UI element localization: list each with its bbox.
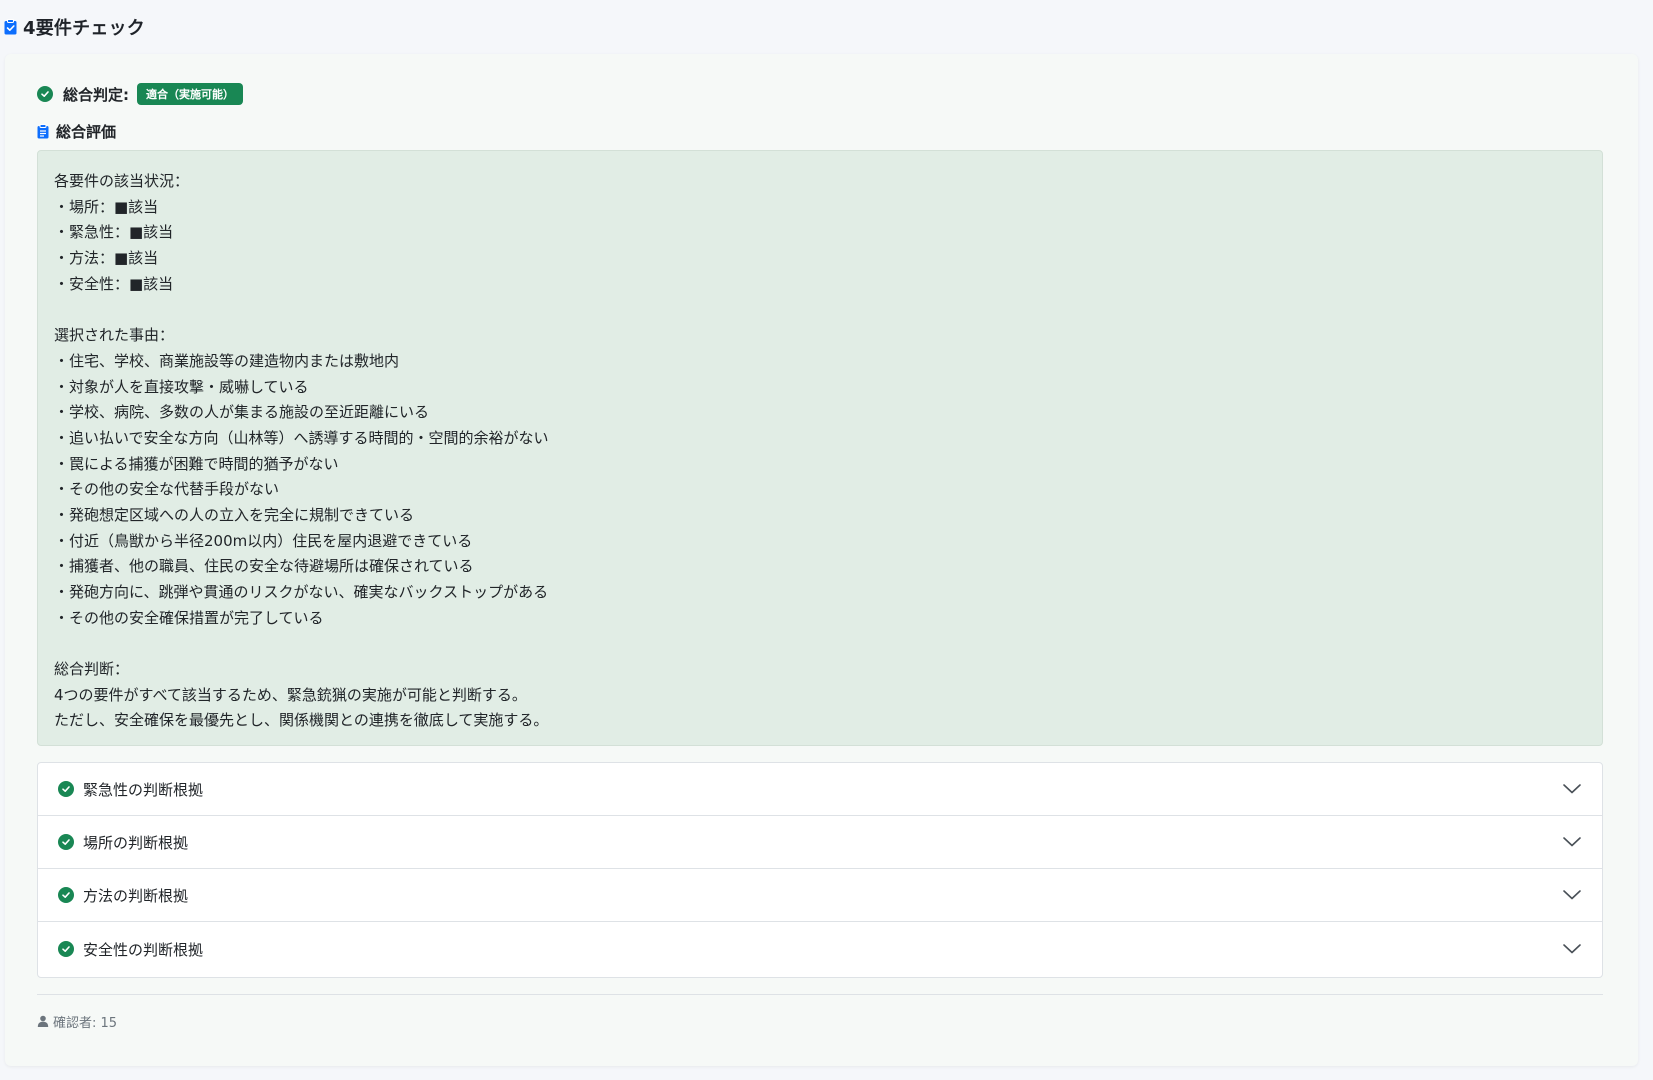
check-circle-icon (58, 941, 74, 957)
evaluation-line: ・住宅、学校、商業施設等の建造物内または敷地内 (54, 351, 400, 370)
accordion-item-label: 場所の判断根拠 (83, 833, 189, 852)
footer-divider (37, 994, 1603, 995)
evaluation-line: ・捕獲者、他の職員、住民の安全な待避場所は確保されている (54, 557, 474, 576)
check-circle-icon (58, 834, 74, 850)
evaluation-text-box: 各要件の該当状況： ・場所：■該当 ・緊急性：■該当 ・方法：■該当 ・安全性：… (37, 150, 1603, 746)
evaluation-line: ・罠による捕獲が困難で時間的猶予がない (54, 454, 339, 473)
evaluation-line (54, 297, 1586, 323)
confirmer-text: 確認者: 15 (53, 1015, 118, 1031)
evaluation-line: ・発砲想定区域への人の立入を完全に規制できている (54, 505, 415, 524)
chevron-down-icon[interactable] (1562, 779, 1582, 799)
evaluation-line (54, 631, 1586, 657)
evaluation-line: ・緊急性：■該当 (54, 223, 174, 242)
chevron-down-icon[interactable] (1562, 885, 1582, 905)
person-icon (37, 1015, 49, 1027)
evaluation-line: ・その他の安全な代替手段がない (54, 480, 280, 499)
overall-judgment: 総合判定: 適合（実施可能） (37, 83, 243, 105)
judgment-basis-accordion: 緊急性の判断根拠 場所の判断根拠 方法の判断根拠 安全性の判断根拠 (37, 762, 1603, 978)
clipboard-check-icon (4, 19, 17, 35)
accordion-item-method[interactable]: 方法の判断根拠 (38, 869, 1602, 922)
accordion-item-safety[interactable]: 安全性の判断根拠 (38, 922, 1602, 976)
check-circle-icon (58, 887, 74, 903)
page-title: 4要件チェック (23, 18, 145, 39)
evaluation-line: ・対象が人を直接攻撃・威嚇している (54, 377, 309, 396)
evaluation-line: 総合判断： (54, 660, 130, 679)
evaluation-line: 選択された事由： (54, 326, 175, 345)
page-header: 4要件チェック (4, 14, 145, 40)
evaluation-line: ・その他の安全確保措置が完了している (54, 608, 324, 627)
evaluation-line: ・追い払いで安全な方向（山林等）へ誘導する時間的・空間的余裕がない (54, 428, 549, 447)
evaluation-line: ・方法：■該当 (54, 249, 159, 268)
evaluation-line: ・発砲方向に、跳弾や貫通のリスクがない、確実なバックストップがある (54, 583, 549, 601)
evaluation-line: ・安全性：■該当 (54, 274, 174, 293)
accordion-item-location[interactable]: 場所の判断根拠 (38, 816, 1602, 869)
evaluation-line: ただし、安全確保を最優先とし、関係機関との連携を徹底して実施する。 (54, 711, 549, 730)
chevron-down-icon[interactable] (1562, 832, 1582, 852)
check-circle-icon (58, 781, 74, 797)
requirements-card: 総合判定: 適合（実施可能） 総合評価 各要件の該当状況： ・場所：■該当 ・緊… (5, 54, 1638, 1066)
evaluation-header: 総合評価 (37, 121, 116, 141)
chevron-down-icon[interactable] (1562, 939, 1582, 959)
evaluation-line: 各要件の該当状況： (54, 172, 190, 190)
evaluation-line: ・付近（鳥獣から半径200m以内）住民を屋内退避できている (54, 531, 473, 550)
evaluation-line: ・学校、病院、多数の人が集まる施設の至近距離にいる (54, 403, 430, 422)
evaluation-title: 総合評価 (56, 122, 117, 141)
evaluation-line: ・場所：■該当 (54, 197, 159, 216)
confirmer-info: 確認者: 15 (37, 1012, 118, 1031)
accordion-item-label: 緊急性の判断根拠 (83, 780, 204, 799)
overall-judgment-label: 総合判定: (63, 85, 129, 104)
check-circle-icon (37, 86, 53, 102)
evaluation-line: 4つの要件がすべて該当するため、緊急銃猟の実施が可能と判断する。 (54, 685, 527, 704)
accordion-item-label: 方法の判断根拠 (83, 886, 189, 905)
accordion-item-label: 安全性の判断根拠 (83, 940, 204, 959)
accordion-item-urgency[interactable]: 緊急性の判断根拠 (38, 763, 1602, 816)
clipboard-icon (37, 123, 49, 139)
status-badge: 適合（実施可能） (137, 83, 243, 105)
